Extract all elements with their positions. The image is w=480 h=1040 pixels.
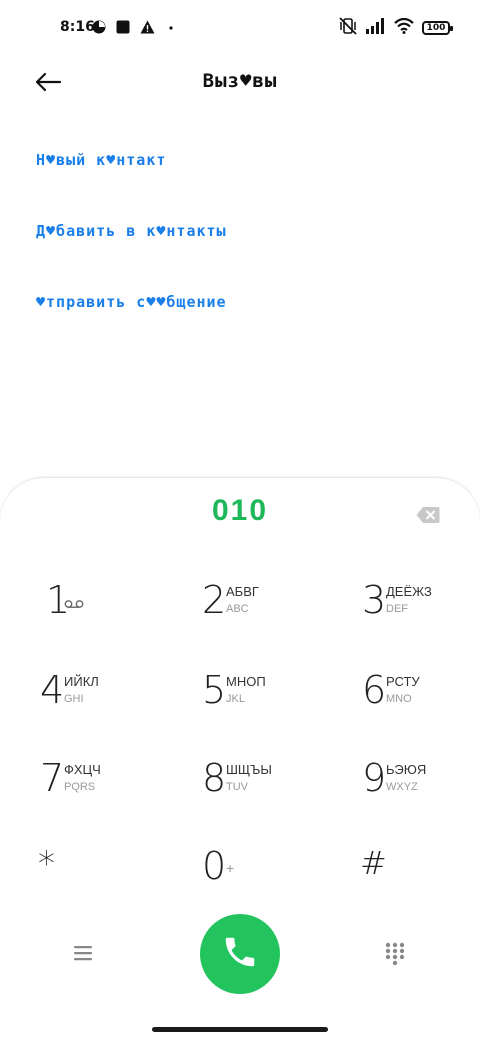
key-latin: TUV (226, 781, 248, 793)
key-2[interactable]: 2 АБВГ ABC (202, 568, 322, 638)
key-letters: АБВГ (226, 584, 259, 599)
key-9[interactable]: 9 ЬЭЮЯ WXYZ (362, 746, 480, 816)
key-letters: РСТУ (386, 674, 420, 689)
key-7[interactable]: 7 ФХЦЧ PQRS (40, 746, 160, 816)
status-bar: 8:16 100 (0, 0, 480, 56)
key-digit: 3 (362, 578, 387, 622)
key-digit: * (38, 844, 55, 884)
home-indicator[interactable] (152, 1027, 328, 1032)
key-digit: 5 (202, 668, 227, 712)
call-button[interactable] (200, 914, 280, 994)
status-left-icons (92, 19, 177, 38)
key-latin: PQRS (64, 781, 96, 793)
status-time: 8:16 (60, 19, 95, 35)
key-digit: 4 (40, 668, 65, 712)
dialpad-grid-icon (384, 942, 406, 970)
key-letters: ФХЦЧ (64, 762, 101, 777)
page-title: Выз♥вы (202, 70, 278, 92)
key-digit: 7 (40, 756, 65, 800)
battery-level: 100 (426, 23, 446, 33)
hamburger-icon (72, 946, 94, 966)
battery-icon: 100 (422, 21, 453, 35)
key-letters: ИЙКЛ (64, 674, 99, 689)
key-5[interactable]: 5 МНОП JKL (202, 658, 322, 728)
backspace-button[interactable] (416, 506, 440, 524)
key-digit: # (360, 844, 387, 882)
dialer-bottom-bar (0, 914, 480, 994)
dial-panel: 010 1 2 АБВГ ABC 3 ДЕЁЖЗ DEF 4 ИЙКЛ GHI (0, 478, 480, 1040)
vibrate-off-icon (338, 17, 358, 39)
key-6[interactable]: 6 РСТУ MNO (362, 658, 480, 728)
key-letters: МНОП (226, 674, 266, 689)
warning-icon (140, 19, 155, 38)
send-message-link[interactable]: ♥тправить с♥♥бщение (36, 282, 456, 353)
stop-square-icon (116, 19, 130, 38)
key-digit: 0 (202, 844, 227, 888)
backspace-icon (416, 507, 440, 528)
menu-button[interactable] (72, 944, 98, 966)
key-latin: WXYZ (386, 781, 418, 793)
key-star[interactable]: * (38, 834, 158, 904)
key-letters: ДЕЁЖЗ (386, 584, 432, 599)
key-4[interactable]: 4 ИЙКЛ GHI (40, 658, 160, 728)
pie-app-icon (92, 19, 106, 38)
dialed-number[interactable]: 010 (0, 494, 480, 528)
key-letters: ЬЭЮЯ (386, 762, 427, 777)
key-latin: JKL (226, 693, 245, 705)
key-hash[interactable]: # (360, 834, 480, 904)
key-digit: 6 (362, 668, 387, 712)
key-1[interactable]: 1 (46, 568, 166, 638)
key-letters: ШЩЪЫ (226, 762, 272, 777)
key-latin: DEF (386, 603, 408, 615)
app-header: Выз♥вы (0, 56, 480, 112)
key-digit: 9 (362, 756, 387, 800)
key-3[interactable]: 3 ДЕЁЖЗ DEF (362, 568, 480, 638)
key-8[interactable]: 8 ШЩЪЫ TUV (202, 746, 322, 816)
key-latin: GHI (64, 693, 84, 705)
add-to-contacts-link[interactable]: Д♥бавить в к♥нтакты (36, 211, 456, 282)
key-digit: 8 (202, 756, 227, 800)
number-actions: Н♥вый к♥нтакт Д♥бавить в к♥нтакты ♥тправ… (36, 140, 456, 353)
keypad-toggle-button[interactable] (384, 942, 406, 966)
key-plus: + (226, 860, 235, 876)
voicemail-icon (64, 594, 84, 613)
key-0[interactable]: 0 + (202, 834, 322, 904)
new-contact-link[interactable]: Н♥вый к♥нтакт (36, 140, 456, 211)
status-right-icons: 100 (338, 17, 453, 39)
phone-icon (221, 933, 259, 975)
dot-icon (165, 19, 177, 38)
key-latin: ABC (226, 603, 249, 615)
signal-icon (366, 18, 386, 38)
key-latin: MNO (386, 693, 412, 705)
wifi-icon (394, 17, 414, 38)
key-digit: 2 (202, 578, 227, 622)
